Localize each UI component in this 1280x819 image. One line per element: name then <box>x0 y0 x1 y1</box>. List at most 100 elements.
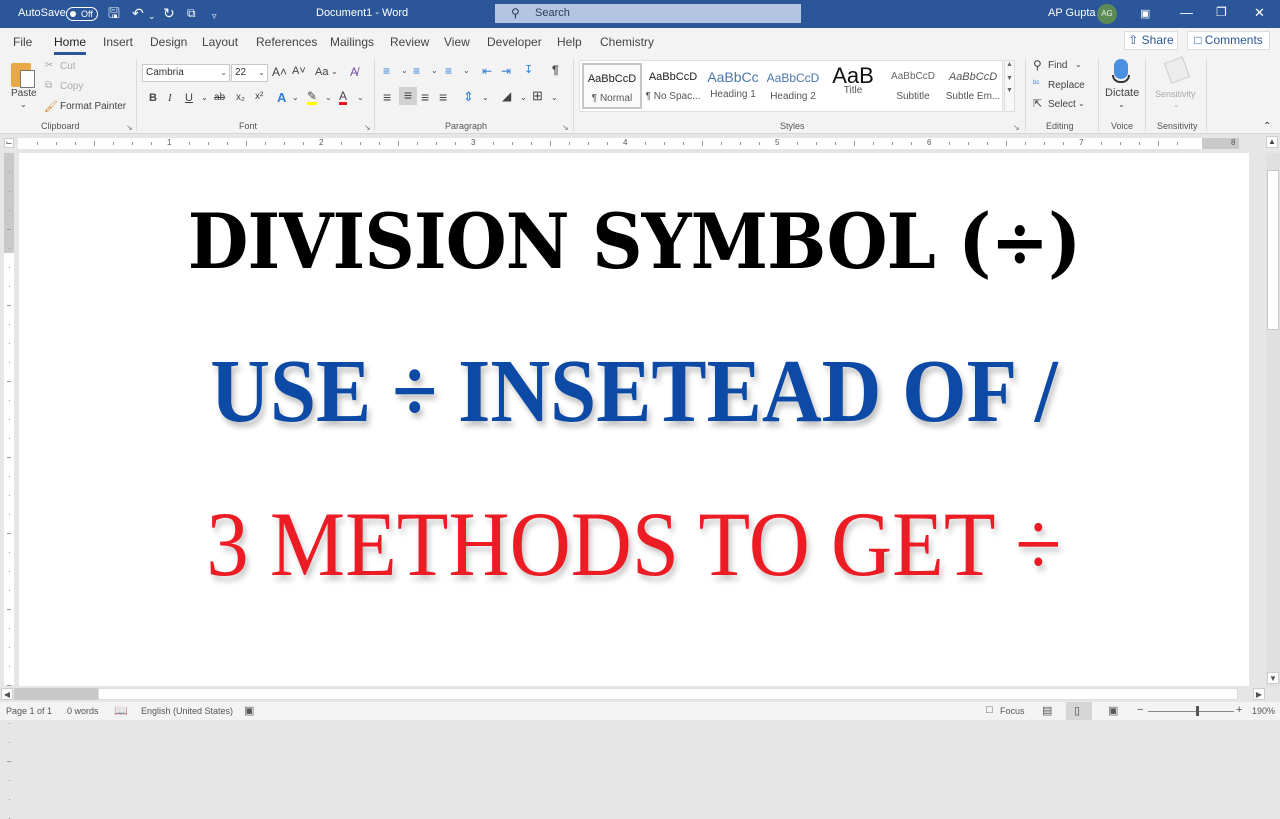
justify-icon[interactable]: ≡ <box>439 89 447 105</box>
underline-button[interactable]: U <box>185 92 193 104</box>
tab-chemistry[interactable]: Chemistry <box>600 35 654 49</box>
strikethrough-button[interactable]: ab <box>214 92 225 103</box>
replace-button[interactable]: Replace <box>1048 80 1085 91</box>
style-subtitle[interactable]: AaBbCcD Subtitle <box>883 63 943 109</box>
tab-mailings[interactable]: Mailings <box>330 35 374 49</box>
undo-dropdown-icon[interactable]: ⌄ <box>148 8 156 24</box>
text-effects-icon[interactable]: A <box>277 90 286 105</box>
scroll-up-icon[interactable]: ▲ <box>1266 136 1278 148</box>
print-layout-icon[interactable]: ▯ <box>1074 704 1080 717</box>
subscript-button[interactable]: x₂ <box>236 92 245 103</box>
underline-dropdown-icon[interactable]: ⌄ <box>201 93 208 102</box>
bullets-dropdown-icon[interactable]: ⌄ <box>401 66 408 75</box>
style-no-spacing[interactable]: AaBbCcD ¶ No Spac... <box>643 63 703 109</box>
font-name-select[interactable]: Cambria ⌄ <box>142 64 230 82</box>
language[interactable]: English (United States) <box>141 706 233 716</box>
zoom-level[interactable]: 190% <box>1252 706 1275 716</box>
superscript-button[interactable]: x² <box>255 91 263 102</box>
zoom-out-icon[interactable]: − <box>1137 704 1143 716</box>
search-box[interactable]: ⚲ Search <box>495 4 801 23</box>
dictate-dropdown-icon[interactable]: ⌄ <box>1118 100 1125 109</box>
zoom-in-icon[interactable]: + <box>1236 704 1242 716</box>
tab-references[interactable]: References <box>256 35 317 49</box>
borders-dropdown-icon[interactable]: ⌄ <box>551 93 558 102</box>
accessibility-icon[interactable]: ▣ <box>244 704 254 717</box>
font-launcher-icon[interactable]: ↘ <box>364 123 371 132</box>
chevron-down-icon[interactable]: ▼ <box>1005 75 1014 82</box>
line-spacing-icon[interactable]: ⇕ <box>463 89 474 105</box>
highlight-dropdown-icon[interactable]: ⌄ <box>325 93 332 102</box>
numbering-dropdown-icon[interactable]: ⌄ <box>431 66 438 75</box>
highlight-icon[interactable]: ✎ <box>307 90 318 105</box>
avatar[interactable]: AG <box>1097 4 1117 24</box>
show-formatting-button[interactable]: ¶ <box>552 63 559 77</box>
touch-mode-icon[interactable]: ⧉ <box>187 5 196 21</box>
dictate-button[interactable]: Dictate <box>1105 87 1139 99</box>
find-dropdown-icon[interactable]: ⌄ <box>1075 60 1082 69</box>
tab-help[interactable]: Help <box>557 35 582 49</box>
numbering-icon[interactable]: ≡ <box>413 64 420 78</box>
bullets-icon[interactable]: ≡ <box>383 64 390 78</box>
tab-insert[interactable]: Insert <box>103 35 133 49</box>
heading-line-2[interactable]: USE ÷ INSETEAD OF / <box>68 340 1200 443</box>
web-layout-icon[interactable]: ▣ <box>1108 704 1118 717</box>
copy-button[interactable]: Copy <box>60 81 83 92</box>
user-name[interactable]: AP Gupta <box>1048 7 1096 19</box>
style-title[interactable]: AaB Title <box>823 63 883 109</box>
shading-dropdown-icon[interactable]: ⌄ <box>520 93 527 102</box>
font-size-select[interactable]: 22 ⌄ <box>231 64 268 82</box>
comments-button[interactable]: □ Comments <box>1187 31 1270 50</box>
tab-view[interactable]: View <box>444 35 470 49</box>
clipboard-launcher-icon[interactable]: ↘ <box>126 123 133 132</box>
grow-font-button[interactable]: A˄ <box>272 65 287 79</box>
multilevel-dropdown-icon[interactable]: ⌄ <box>463 66 470 75</box>
shrink-font-button[interactable]: A˅ <box>292 65 306 77</box>
more-styles-icon[interactable]: ▼ <box>1005 87 1014 94</box>
bold-button[interactable]: B <box>149 92 157 104</box>
tab-design[interactable]: Design <box>150 35 187 49</box>
sort-icon[interactable]: ↧ <box>524 63 533 76</box>
zoom-slider-track[interactable] <box>1148 711 1234 712</box>
heading-line-3[interactable]: 3 METHODS TO GET ÷ <box>68 491 1200 597</box>
focus-button[interactable]: Focus <box>1000 706 1025 716</box>
italic-button[interactable]: I <box>168 92 172 104</box>
chevron-up-icon[interactable]: ▲ <box>1005 61 1014 68</box>
decrease-indent-icon[interactable]: ⇤ <box>482 64 492 78</box>
format-painter-button[interactable]: Format Painter <box>60 101 126 112</box>
clear-formatting-icon[interactable]: A̸ <box>350 65 358 79</box>
tab-review[interactable]: Review <box>390 35 429 49</box>
tab-developer[interactable]: Developer <box>487 35 542 49</box>
increase-indent-icon[interactable]: ⇥ <box>501 64 511 78</box>
zoom-slider-thumb[interactable] <box>1196 706 1199 716</box>
select-button[interactable]: Select <box>1048 99 1076 110</box>
scroll-left-icon[interactable]: ◀ <box>1 688 13 700</box>
paste-icon[interactable] <box>11 61 37 89</box>
text-effects-dropdown-icon[interactable]: ⌄ <box>292 93 299 102</box>
change-case-button[interactable]: Aa <box>315 66 328 78</box>
close-icon[interactable]: ✕ <box>1254 5 1265 21</box>
horizontal-ruler[interactable]: 1 2 3 4 5 6 7 8 <box>18 138 1239 149</box>
cut-button[interactable]: Cut <box>60 61 76 72</box>
page-count[interactable]: Page 1 of 1 <box>6 706 52 716</box>
ribbon-display-options-icon[interactable]: ▣ <box>1140 7 1150 20</box>
styles-launcher-icon[interactable]: ↘ <box>1013 123 1020 132</box>
sensitivity-dropdown-icon[interactable]: ⌄ <box>1173 100 1180 109</box>
read-mode-icon[interactable]: ▤ <box>1042 704 1052 717</box>
borders-icon[interactable]: ⊞ <box>532 88 543 104</box>
restore-icon[interactable]: ❐ <box>1216 5 1227 19</box>
scroll-down-icon[interactable]: ▼ <box>1267 672 1279 684</box>
multilevel-list-icon[interactable]: ≡ <box>445 64 452 78</box>
autosave-toggle[interactable]: Off <box>66 7 98 21</box>
style-heading-1[interactable]: AaBbCc Heading 1 <box>703 63 763 109</box>
share-button[interactable]: ⇧ Share <box>1124 31 1178 50</box>
tab-layout[interactable]: Layout <box>202 35 238 49</box>
collapse-ribbon-icon[interactable]: ⌃ <box>1263 121 1271 132</box>
proofing-icon[interactable]: 📖 <box>114 704 128 717</box>
horizontal-scroll-track[interactable] <box>98 688 1238 700</box>
paragraph-launcher-icon[interactable]: ↘ <box>562 123 569 132</box>
font-color-icon[interactable]: A <box>339 90 348 105</box>
style-heading-2[interactable]: AaBbCcD Heading 2 <box>763 63 823 109</box>
find-button[interactable]: Find <box>1048 60 1067 71</box>
styles-gallery-scroll[interactable]: ▲ ▼ ▼ <box>1004 60 1015 112</box>
paste-button[interactable]: Paste <box>11 88 37 99</box>
